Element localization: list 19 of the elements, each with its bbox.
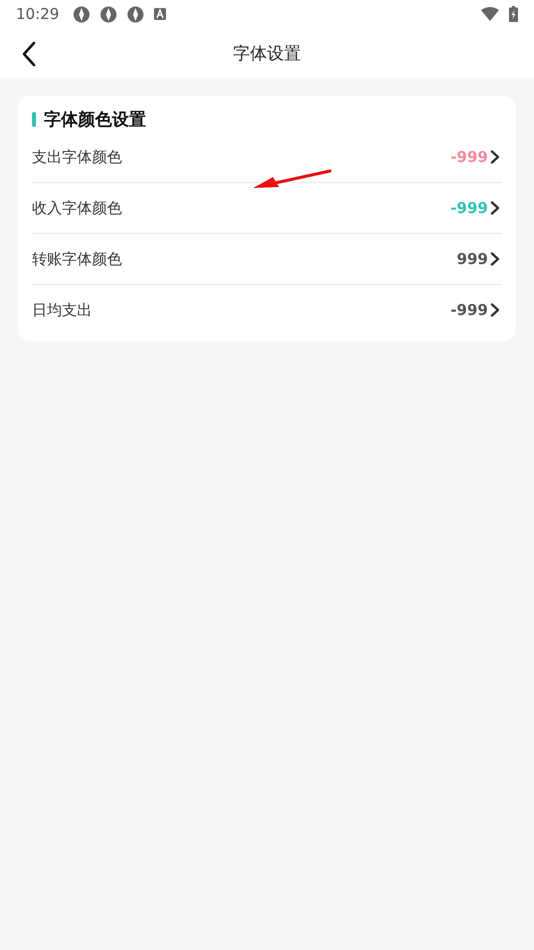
- chevron-right-icon: [488, 302, 502, 318]
- wifi-icon: [481, 7, 499, 21]
- chevron-right-icon: [488, 149, 502, 165]
- status-time: 10:29: [16, 5, 60, 23]
- setting-value: -999: [450, 148, 488, 166]
- chevron-right-icon: [488, 200, 502, 216]
- setting-value: 999: [456, 250, 488, 268]
- setting-label[interactable]: 转账字体颜色: [32, 250, 457, 268]
- section-marker: [32, 112, 36, 126]
- battery-icon: [509, 6, 518, 22]
- setting-label[interactable]: 日均支出: [32, 300, 450, 320]
- section-title: 字体颜色设置: [44, 108, 146, 130]
- chevron-right-icon: [488, 251, 502, 267]
- setting-label[interactable]: 支出字体颜色: [32, 148, 450, 166]
- keyboard-icon: [154, 8, 166, 20]
- setting-value: -999: [450, 301, 488, 319]
- setting-label[interactable]: 收入字体颜色: [32, 198, 450, 218]
- setting-value: -999: [450, 199, 488, 217]
- page-title: 字体设置: [233, 42, 301, 64]
